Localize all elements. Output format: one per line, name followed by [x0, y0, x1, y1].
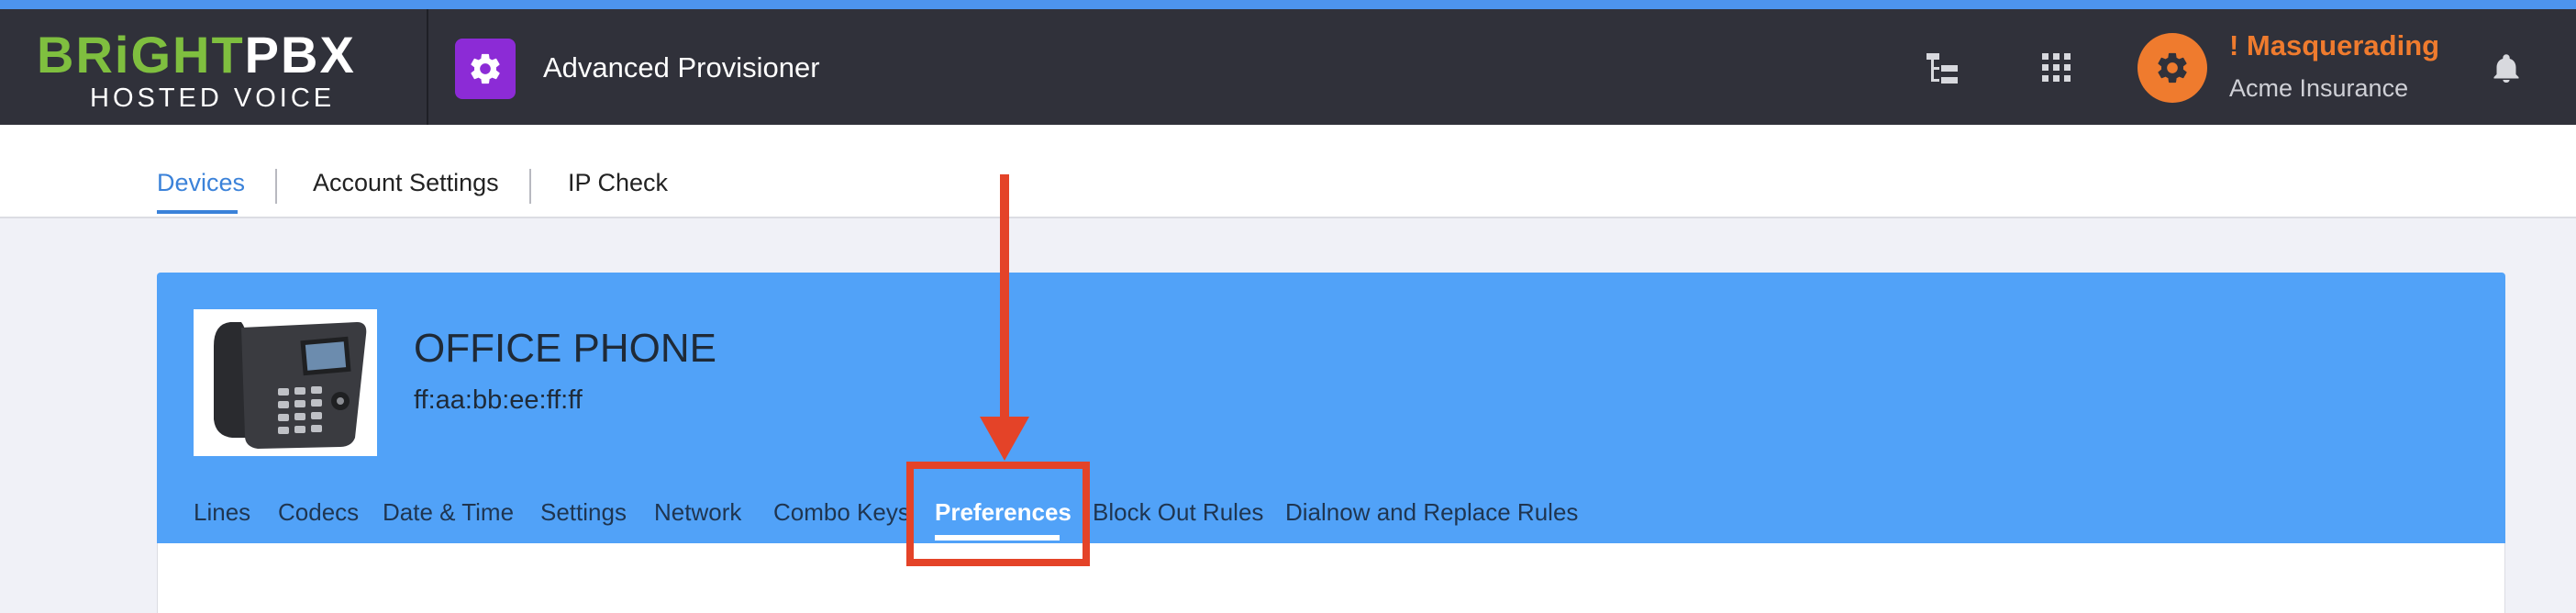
- bell-icon[interactable]: [2490, 51, 2523, 86]
- app-header: BRiGHTPBX HOSTED VOICE Advanced Provisio…: [0, 9, 2576, 125]
- tab-lines[interactable]: Lines: [194, 497, 250, 527]
- device-name: OFFICE PHONE: [414, 326, 717, 371]
- gear-icon: [2158, 52, 2187, 84]
- subnav-item-ip-check[interactable]: IP Check: [568, 167, 668, 198]
- app-gear-icon[interactable]: [455, 39, 516, 99]
- tab-codecs[interactable]: Codecs: [278, 497, 359, 527]
- tab-block-out-rules[interactable]: Block Out Rules: [1093, 497, 1263, 527]
- device-card-header: OFFICE PHONE ff:aa:bb:ee:ff:ff Lines Cod…: [157, 273, 2505, 543]
- logo-wordmark: BRiGHTPBX: [37, 28, 356, 83]
- tab-dialnow-replace-rules[interactable]: Dialnow and Replace Rules: [1285, 497, 1578, 527]
- sub-navigation: Devices Account Settings IP Check: [0, 125, 2576, 218]
- masquerading-account: Acme Insurance: [2229, 74, 2409, 102]
- annotation-arrow-head: [980, 417, 1029, 461]
- annotation-highlight-box: [906, 462, 1090, 566]
- logo-pbx-text: PBX: [244, 26, 356, 84]
- masquerading-label[interactable]: ! Masquerading: [2229, 29, 2439, 62]
- subnav-item-devices[interactable]: Devices: [157, 167, 245, 198]
- logo-bright-text: BRiGHT: [37, 26, 245, 84]
- device-card-body: [157, 543, 2505, 613]
- tab-combo-keys[interactable]: Combo Keys: [773, 497, 910, 527]
- desk-phone-image: [194, 309, 377, 456]
- tab-network[interactable]: Network: [654, 497, 741, 527]
- app-title: Advanced Provisioner: [543, 51, 820, 84]
- subnav-separator: [529, 169, 531, 204]
- masquerade-button[interactable]: [2137, 33, 2207, 103]
- gear-icon: [471, 53, 500, 84]
- brightpbx-logo[interactable]: BRiGHTPBX HOSTED VOICE: [37, 28, 385, 119]
- tab-settings[interactable]: Settings: [540, 497, 627, 527]
- subnav-item-account-settings[interactable]: Account Settings: [313, 167, 499, 198]
- apps-grid-icon[interactable]: [2040, 51, 2073, 84]
- header-divider: [427, 9, 428, 125]
- subnav-separator: [275, 169, 277, 204]
- active-tab-indicator: [157, 210, 238, 214]
- device-mac-address: ff:aa:bb:ee:ff:ff: [414, 385, 583, 415]
- logo-tagline: HOSTED VOICE: [90, 84, 336, 113]
- hierarchy-icon[interactable]: [1923, 50, 1961, 88]
- tab-date-time[interactable]: Date & Time: [383, 497, 514, 527]
- top-accent-bar: [0, 0, 2576, 9]
- annotation-arrow-shaft: [1000, 174, 1009, 422]
